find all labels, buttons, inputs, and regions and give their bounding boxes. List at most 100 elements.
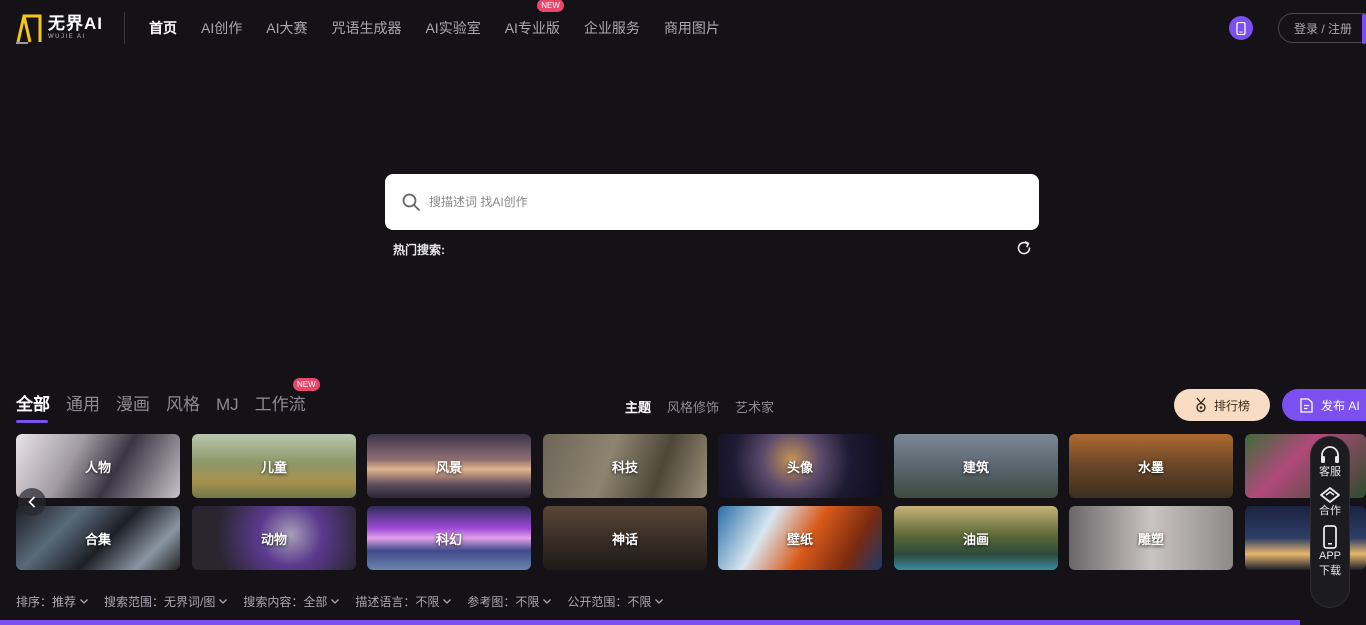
filter-bar: 排序：推荐 搜索范围：无界词/图 搜索内容：全部 描述语言：不限 参考图：不限 … xyxy=(16,593,679,610)
filter-search-scope[interactable]: 搜索范围：无界词/图 xyxy=(104,593,228,610)
theme-tile-technology[interactable]: 科技 xyxy=(543,434,707,498)
carousel-prev-button[interactable] xyxy=(18,488,46,516)
logo-sub-text: WUJIE AI xyxy=(48,34,86,40)
nav-ai-pro[interactable]: AI专业版 NEW xyxy=(504,0,564,38)
tile-label: 头像 xyxy=(786,459,813,475)
medal-icon xyxy=(1196,397,1206,413)
refresh-icon[interactable] xyxy=(1016,240,1032,256)
tile-label: 壁纸 xyxy=(786,531,813,547)
search-input[interactable] xyxy=(429,195,989,209)
download-label: 下载 xyxy=(1318,565,1341,577)
filter-label: 参考图：不限 xyxy=(467,595,540,609)
theme-tile-collection[interactable]: 合集 xyxy=(16,506,180,570)
tile-label: 神话 xyxy=(611,531,638,547)
theme-tile-wallpaper[interactable]: 壁纸 xyxy=(718,506,882,570)
subtab-artist[interactable]: 艺术家 xyxy=(735,397,774,416)
mobile-app-button[interactable] xyxy=(1229,16,1253,40)
filter-label: 搜索内容：全部 xyxy=(243,595,328,609)
tile-label: 动物 xyxy=(260,531,287,547)
tile-label: 雕塑 xyxy=(1137,531,1164,547)
filter-description-language[interactable]: 描述语言：不限 xyxy=(355,593,452,610)
theme-tile-children[interactable]: 儿童 xyxy=(192,434,356,498)
chevron-down-icon xyxy=(655,599,664,604)
nav-ai-contest[interactable]: AI大赛 xyxy=(266,18,307,38)
ranking-label: 排行榜 xyxy=(1213,398,1250,413)
mobile-phone-icon xyxy=(1323,525,1337,549)
filter-label: 搜索范围：无界词/图 xyxy=(104,595,216,609)
theme-tile-avatar[interactable]: 头像 xyxy=(718,434,882,498)
theme-tile-landscape[interactable]: 风景 xyxy=(367,434,531,498)
handshake-icon xyxy=(1320,487,1340,503)
chevron-down-icon xyxy=(443,599,452,604)
chevron-down-icon xyxy=(219,599,228,604)
app-download-button[interactable]: APP 下载 xyxy=(1319,525,1341,579)
tile-label: 风景 xyxy=(435,459,462,475)
new-badge: NEW xyxy=(293,378,320,391)
theme-tile-animals[interactable]: 动物 xyxy=(192,506,356,570)
theme-tile-people[interactable]: 人物 xyxy=(16,434,180,498)
cooperation-label: 合作 xyxy=(1319,505,1341,517)
search-bar[interactable] xyxy=(385,174,1039,230)
nav-ai-create[interactable]: AI创作 xyxy=(201,18,242,38)
customer-service-label: 客服 xyxy=(1319,466,1341,478)
nav-ai-lab[interactable]: AI实验室 xyxy=(425,18,480,38)
theme-tile-mythology[interactable]: 神话 xyxy=(543,506,707,570)
tab-workflow[interactable]: 工作流 NEW xyxy=(254,378,320,423)
tile-label: 儿童 xyxy=(260,459,287,475)
filter-public-scope[interactable]: 公开范围：不限 xyxy=(567,593,664,610)
theme-tile-sculpture[interactable]: 雕塑 xyxy=(1069,506,1233,570)
chevron-down-icon xyxy=(331,599,340,604)
category-tabs: 全部 通用 漫画 风格 MJ 工作流 NEW xyxy=(16,378,322,423)
nav-prompt-generator[interactable]: 咒语生成器 xyxy=(331,18,401,38)
publish-button[interactable]: 发布 AI xyxy=(1282,389,1366,421)
chevron-down-icon xyxy=(543,599,552,604)
theme-tile-architecture[interactable]: 建筑 xyxy=(894,434,1058,498)
logo-main-text: 无界AI xyxy=(48,14,103,33)
filter-search-content[interactable]: 搜索内容：全部 xyxy=(243,593,340,610)
tile-label: 油画 xyxy=(962,531,989,547)
tab-style[interactable]: 风格 xyxy=(166,390,200,423)
tab-mj[interactable]: MJ xyxy=(216,395,239,423)
theme-tile-oil-painting[interactable]: 油画 xyxy=(894,506,1058,570)
nav-home[interactable]: 首页 xyxy=(149,18,177,38)
ranking-button[interactable]: 排行榜 xyxy=(1174,389,1270,421)
tab-general[interactable]: 通用 xyxy=(66,390,100,423)
subtab-style-modifier[interactable]: 风格修饰 xyxy=(667,397,719,416)
floating-side-panel: 客服 合作 APP 下载 xyxy=(1310,436,1350,608)
sub-tabs: 主题 风格修饰 艺术家 xyxy=(625,397,790,416)
header-divider xyxy=(124,12,125,44)
logo-mark-icon xyxy=(16,12,46,44)
headset-icon xyxy=(1321,446,1339,463)
filter-label: 描述语言：不限 xyxy=(355,595,440,609)
nav-enterprise[interactable]: 企业服务 xyxy=(584,18,640,38)
tab-workflow-label: 工作流 xyxy=(254,395,306,414)
chevron-left-icon xyxy=(28,496,36,508)
cooperation-button[interactable]: 合作 xyxy=(1319,486,1341,519)
tile-label: 科幻 xyxy=(435,531,462,547)
theme-tile-scifi[interactable]: 科幻 xyxy=(367,506,531,570)
nav-commercial-images[interactable]: 商用图片 xyxy=(664,18,720,38)
login-register-button[interactable]: 登录 / 注册 xyxy=(1278,13,1366,43)
tile-label: 建筑 xyxy=(962,459,989,475)
tab-all[interactable]: 全部 xyxy=(16,390,50,423)
main-nav: 首页 AI创作 AI大赛 咒语生成器 AI实验室 AI专业版 NEW 企业服务 … xyxy=(149,0,744,56)
brand-logo[interactable]: 无界AI WUJIE AI xyxy=(16,11,104,45)
right-edge-accent xyxy=(1362,14,1366,44)
chevron-down-icon xyxy=(80,599,88,604)
nav-ai-pro-label: AI专业版 xyxy=(504,20,560,36)
filter-reference-image[interactable]: 参考图：不限 xyxy=(467,593,552,610)
tile-label: 科技 xyxy=(611,459,638,475)
customer-service-button[interactable]: 客服 xyxy=(1319,445,1341,480)
filter-label: 排序：推荐 xyxy=(16,595,77,609)
tile-label: 合集 xyxy=(84,531,111,547)
tab-comic[interactable]: 漫画 xyxy=(116,390,150,423)
app-label: APP xyxy=(1318,550,1341,562)
theme-tile-ink-wash[interactable]: 水墨 xyxy=(1069,434,1233,498)
filter-label: 公开范围：不限 xyxy=(567,595,652,609)
subtab-theme[interactable]: 主题 xyxy=(625,397,651,416)
document-icon xyxy=(1300,397,1313,413)
top-header: 无界AI WUJIE AI 首页 AI创作 AI大赛 咒语生成器 AI实验室 A… xyxy=(0,0,1366,56)
filter-sort[interactable]: 排序：推荐 xyxy=(16,593,88,610)
tile-label: 人物 xyxy=(84,459,111,475)
hot-search-label: 热门搜索: xyxy=(393,243,445,257)
